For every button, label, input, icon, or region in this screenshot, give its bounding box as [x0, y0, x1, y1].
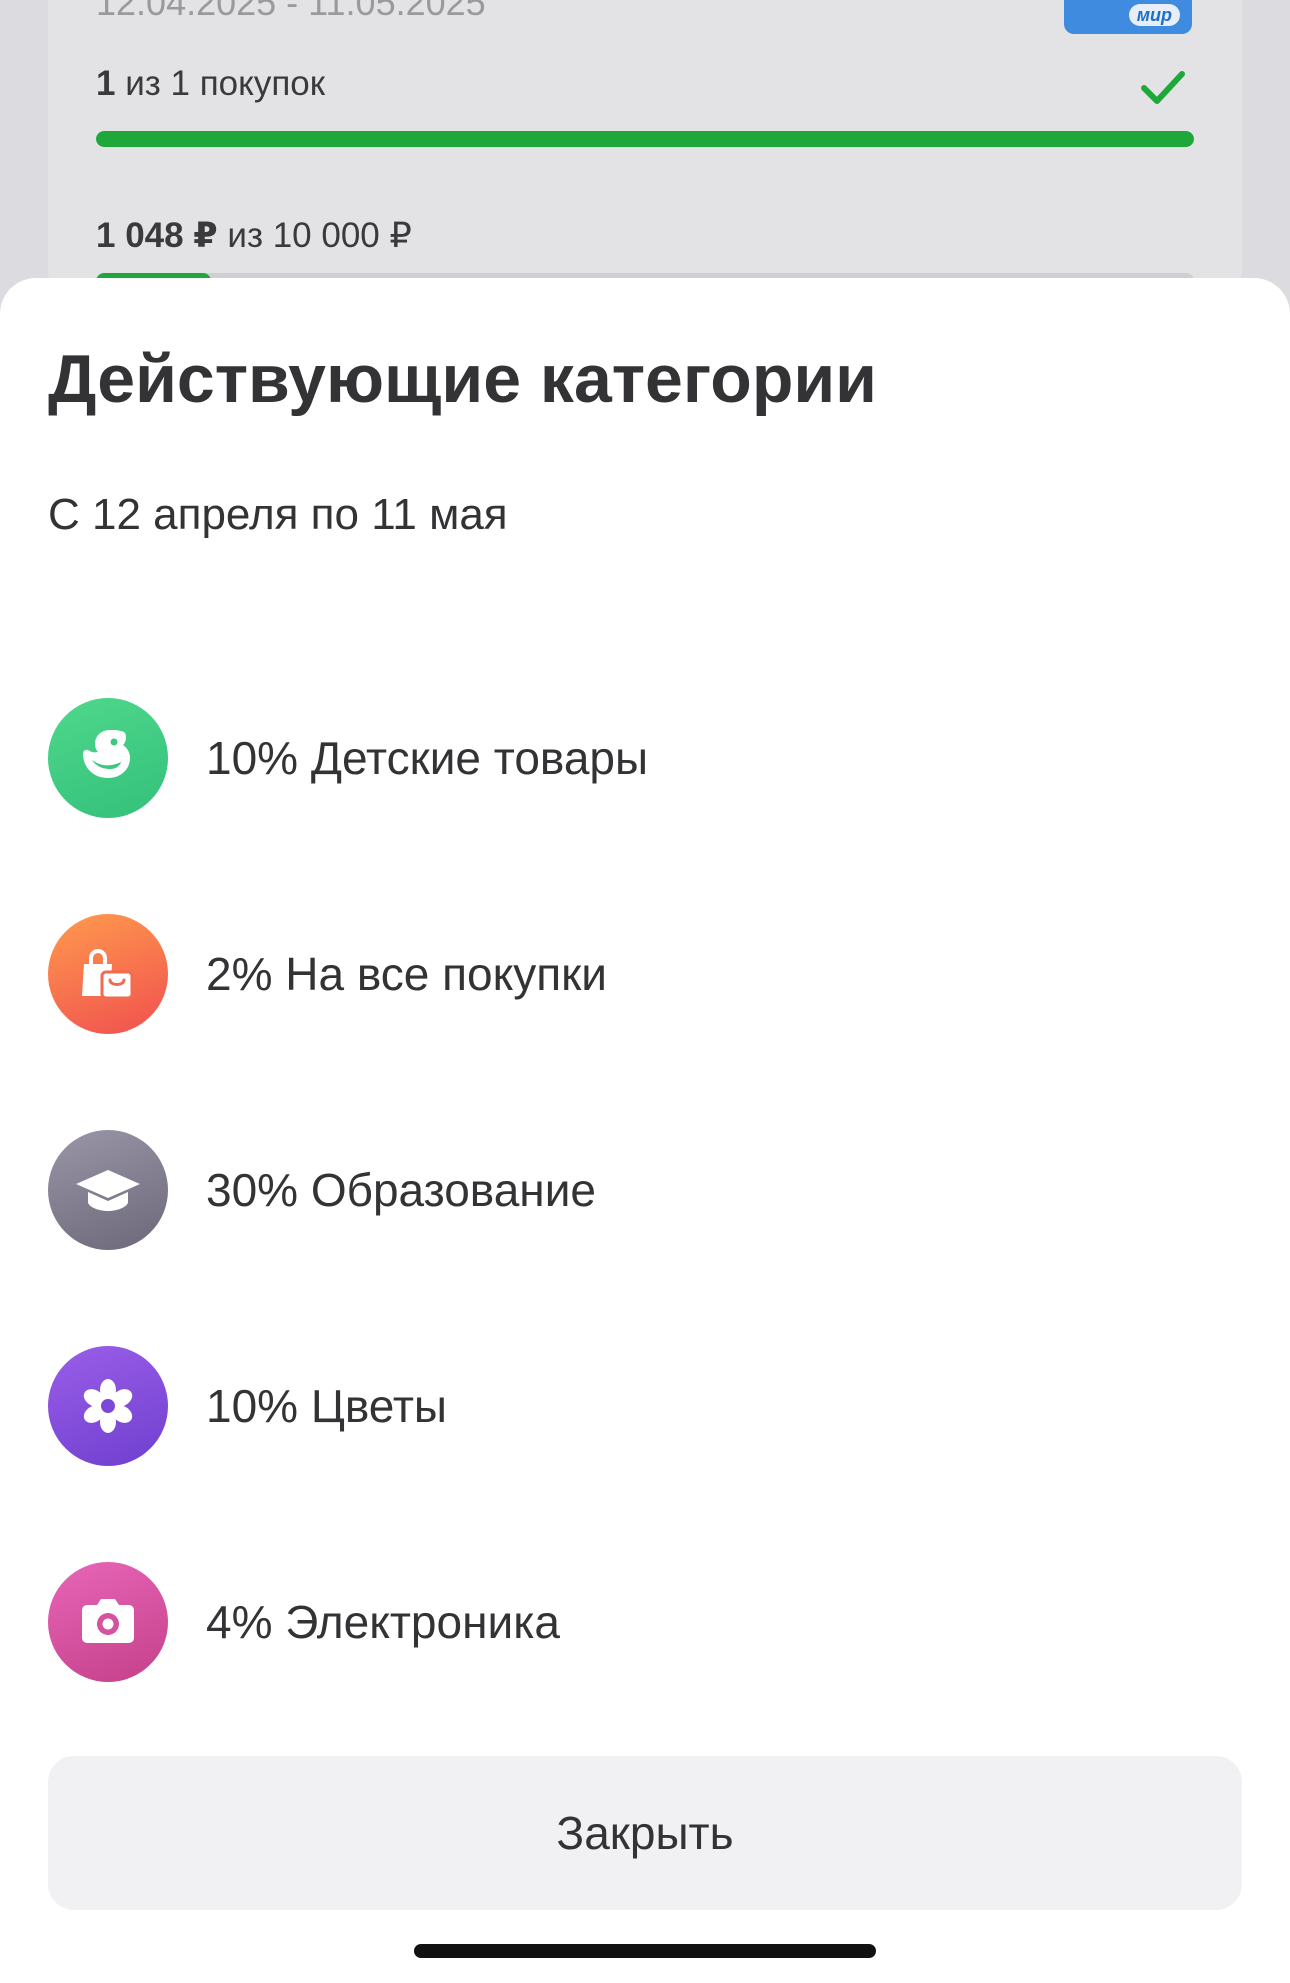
category-item-kids: 10% Детские товары [48, 650, 1242, 866]
mir-card-thumbnail: мир [1064, 0, 1192, 34]
categories-bottom-sheet: Действующие категории С 12 апреля по 11 … [0, 278, 1290, 1983]
check-icon [1141, 71, 1185, 104]
category-item-electronics: 4% Электроника [48, 1514, 1242, 1730]
shopping-bags-icon [48, 914, 168, 1034]
period-dates: 12.04.2025 - 11.05.2025 [96, 0, 486, 23]
flower-icon [48, 1346, 168, 1466]
category-label: 10% Цветы [206, 1380, 447, 1432]
category-list: 10% Детские товары 2% На все покупки 30%… [48, 650, 1242, 1730]
mir-logo: мир [1128, 4, 1180, 26]
home-indicator [414, 1944, 876, 1958]
duck-icon [48, 698, 168, 818]
period-subtitle: С 12 апреля по 11 мая [48, 490, 508, 539]
close-button[interactable]: Закрыть [48, 1756, 1242, 1910]
category-label: 2% На все покупки [206, 948, 607, 1000]
category-label: 10% Детские товары [206, 732, 649, 784]
category-label: 4% Электроника [206, 1596, 560, 1648]
amount-spent-text: 1 048 ₽ из 10 000 ₽ [96, 216, 412, 255]
screen: 12.04.2025 - 11.05.2025 мир 1 из 1 покуп… [0, 0, 1290, 1983]
purchases-progress-fill [96, 131, 1194, 147]
category-item-all-purchases: 2% На все покупки [48, 866, 1242, 1082]
category-item-education: 30% Образование [48, 1082, 1242, 1298]
category-item-flowers: 10% Цветы [48, 1298, 1242, 1514]
purchases-progress-bar [96, 131, 1194, 147]
sheet-title: Действующие категории [48, 341, 877, 417]
purchases-count-text: 1 из 1 покупок [96, 64, 326, 103]
camera-icon [48, 1562, 168, 1682]
category-label: 30% Образование [206, 1164, 596, 1216]
graduation-cap-icon [48, 1130, 168, 1250]
